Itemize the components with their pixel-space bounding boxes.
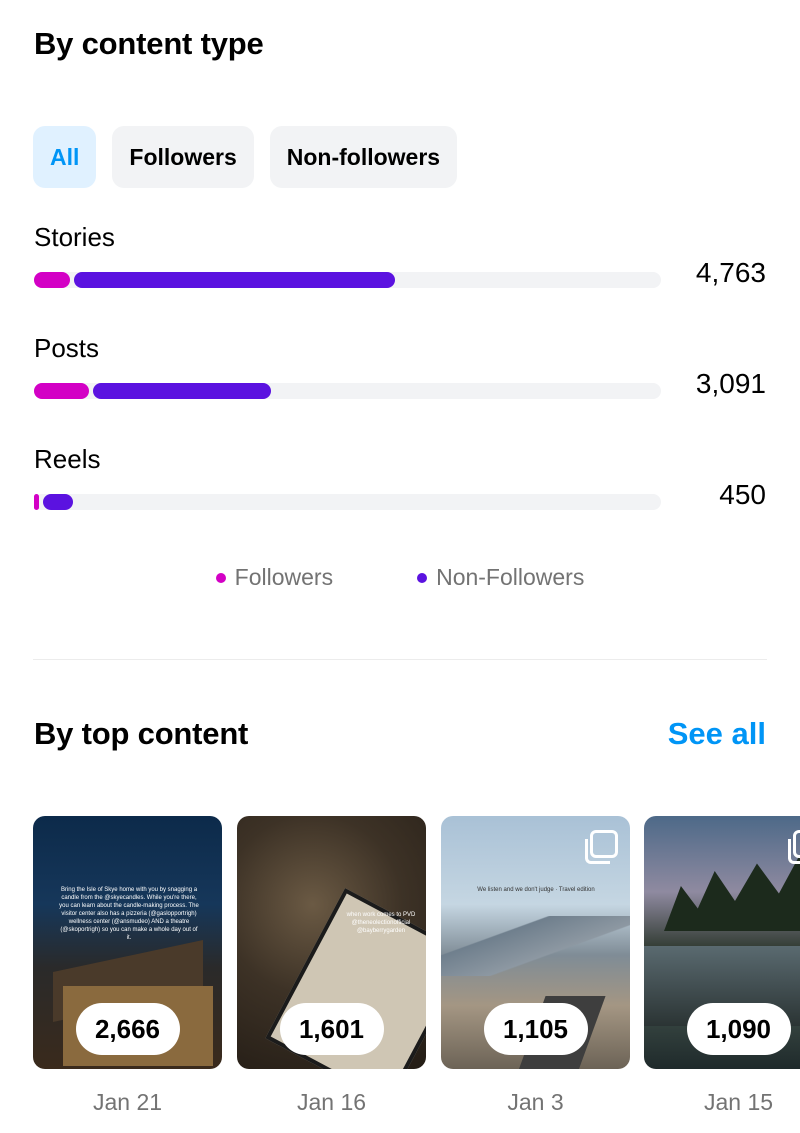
metric-label: Stories — [34, 222, 115, 252]
metric-label: Posts — [34, 333, 100, 363]
filter-non-followers[interactable]: Non-followers — [269, 126, 458, 188]
chart-legend: Followers Non-Followers — [0, 564, 800, 591]
metric-bar: 3,091 — [34, 368, 766, 399]
metric-value: 3,091 — [695, 368, 766, 399]
followers-segment — [34, 494, 39, 510]
audience-filter: All Followers Non-followers — [33, 126, 458, 188]
view-count-badge: 1,090 — [686, 1003, 791, 1055]
thumbnail-image: 1,090 — [644, 816, 800, 1069]
carousel-icon — [585, 830, 618, 864]
metric-stories: Stories 4,763 — [34, 222, 766, 288]
non-followers-segment — [43, 494, 73, 510]
story-text-overlay: when work comes to PVD @theneolectionoff… — [346, 912, 416, 934]
view-count-badge: 2,666 — [75, 1003, 180, 1055]
metric-reels: Reels 450 — [34, 444, 766, 510]
content-type-title: By content type — [34, 26, 264, 61]
followers-segment — [34, 272, 70, 288]
non-followers-segment — [93, 383, 271, 399]
trees-shape — [664, 856, 800, 931]
content-thumbnail[interactable]: We listen and we don't judge · Travel ed… — [441, 816, 630, 1116]
story-text-overlay: Bring the Isle of Skye home with you by … — [59, 887, 199, 941]
post-text-overlay: We listen and we don't judge · Travel ed… — [477, 887, 595, 893]
non-followers-dot-icon — [417, 572, 428, 583]
top-content-carousel: Bring the Isle of Skye home with you by … — [33, 816, 800, 1133]
legend-label: Followers — [234, 564, 334, 590]
content-thumbnail[interactable]: 1,090 Jan 15 — [644, 816, 800, 1116]
post-date: Jan 16 — [296, 1089, 367, 1115]
legend-followers: Followers — [215, 564, 334, 591]
legend-label: Non-Followers — [436, 564, 585, 590]
filter-followers[interactable]: Followers — [112, 126, 254, 188]
post-date: Jan 3 — [507, 1089, 564, 1115]
content-thumbnail[interactable]: when work comes to PVD @theneolectionoff… — [237, 816, 426, 1116]
metric-value: 450 — [719, 479, 766, 510]
view-count-badge: 1,105 — [483, 1003, 588, 1055]
metric-value: 4,763 — [695, 257, 766, 288]
post-date: Jan 15 — [703, 1089, 774, 1115]
post-date: Jan 21 — [92, 1089, 163, 1115]
bar-track — [34, 494, 661, 510]
content-thumbnail[interactable]: Bring the Isle of Skye home with you by … — [33, 816, 222, 1116]
top-content-title: By top content — [34, 716, 249, 751]
followers-segment — [34, 383, 89, 399]
see-all-link[interactable]: See all — [668, 716, 766, 752]
thumbnail-image: We listen and we don't judge · Travel ed… — [441, 816, 630, 1069]
metric-bar: 4,763 — [34, 257, 766, 288]
mountains-shape — [441, 916, 630, 976]
carousel-icon — [788, 830, 800, 864]
legend-non-followers: Non-Followers — [417, 564, 584, 591]
metric-bar: 450 — [34, 479, 766, 510]
thumbnail-image: when work comes to PVD @theneolectionoff… — [237, 816, 426, 1069]
thumbnail-image: Bring the Isle of Skye home with you by … — [33, 816, 222, 1069]
followers-dot-icon — [215, 572, 226, 583]
non-followers-segment — [74, 272, 395, 288]
metric-posts: Posts 3,091 — [34, 333, 766, 399]
metric-label: Reels — [34, 444, 101, 474]
filter-all[interactable]: All — [33, 126, 97, 188]
view-count-badge: 1,601 — [279, 1003, 384, 1055]
section-divider — [33, 659, 767, 660]
